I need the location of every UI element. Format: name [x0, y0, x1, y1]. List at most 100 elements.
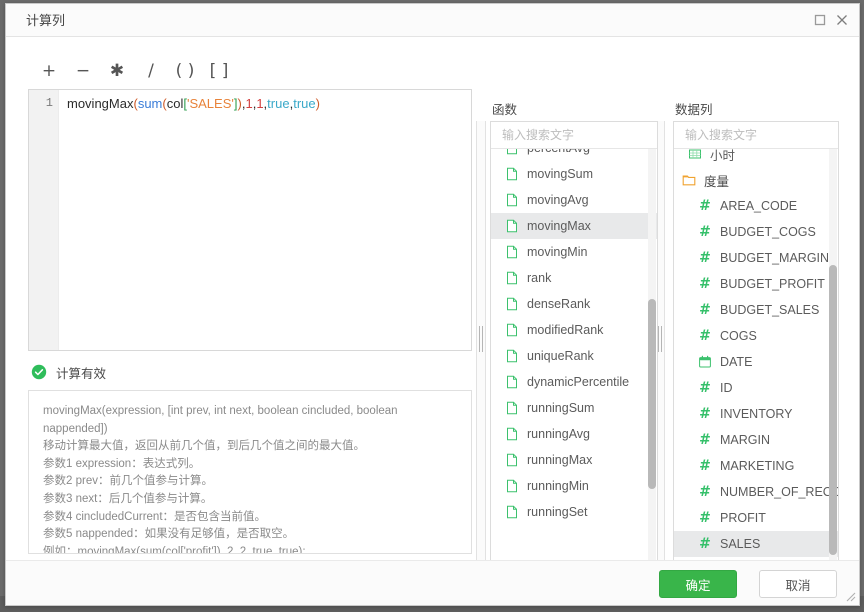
function-file-icon — [507, 505, 517, 519]
number-icon: # — [699, 250, 711, 266]
data-column-label: BUDGET_MARGIN — [720, 251, 830, 265]
formula-token: movingMax — [67, 96, 134, 111]
data-column-label: MARKETING — [720, 459, 795, 473]
number-icon: # — [699, 328, 711, 344]
resize-grip-icon[interactable] — [844, 590, 856, 602]
function-list-item[interactable]: movingAvg — [491, 187, 657, 213]
data-column-item[interactable]: 小时 — [674, 149, 838, 167]
formula-token: 1 — [256, 96, 264, 111]
data-column-label: ID — [720, 381, 733, 395]
data-column-item[interactable]: # AREA_CODE — [674, 193, 838, 219]
formula-editor[interactable]: 1 movingMax(sum(col['SALES']),1,1,true,t… — [28, 89, 472, 351]
operator-brackets[interactable]: [ ] — [202, 58, 236, 84]
data-column-label: INVENTORY — [720, 407, 793, 421]
validation-status: 计算有效 — [28, 362, 472, 382]
function-list-item[interactable]: movingSum — [491, 161, 657, 187]
data-column-label: COGS — [720, 329, 757, 343]
close-icon[interactable] — [833, 11, 851, 29]
data-columns-search-input[interactable] — [683, 127, 829, 143]
splitter-editor-functions[interactable] — [476, 121, 486, 561]
data-column-item[interactable]: # BUDGET_COGS — [674, 219, 838, 245]
function-description-text: movingMax(expression, [int prev, int nex… — [43, 405, 398, 554]
function-file-icon — [507, 219, 517, 233]
data-column-item[interactable]: # ID — [674, 375, 838, 401]
function-list-item-label: percentAvg — [527, 149, 590, 155]
operator-toolbar: + − ✱ /( )[ ] — [28, 57, 472, 85]
data-column-item[interactable]: # MARKETING — [674, 453, 838, 479]
splitter-line — [476, 121, 477, 561]
function-file-icon — [507, 453, 517, 467]
function-file-icon — [507, 427, 517, 441]
operator-divide[interactable]: / — [134, 58, 168, 84]
data-column-label: PROFIT — [720, 511, 766, 525]
operator-parentheses[interactable]: ( ) — [168, 58, 202, 84]
function-list-item[interactable]: dynamicPercentile — [491, 369, 657, 395]
function-list-item[interactable]: denseRank — [491, 291, 657, 317]
function-list-item[interactable]: runningMax — [491, 447, 657, 473]
functions-panel-label: 函数 — [492, 103, 518, 117]
data-column-label: NUMBER_OF_RECORDS — [720, 485, 838, 499]
functions-search-field[interactable] — [491, 122, 657, 149]
function-list-item[interactable]: movingMin — [491, 239, 657, 265]
data-column-item[interactable]: # MARGIN — [674, 427, 838, 453]
operator-minus[interactable]: − — [66, 58, 100, 84]
functions-list[interactable]: percentMinpercentAvgmovingSummovingAvgmo… — [491, 149, 657, 572]
number-icon: # — [699, 302, 711, 318]
formula-token: sum — [137, 96, 163, 111]
data-column-label: BUDGET_PROFIT — [720, 277, 825, 291]
functions-search-input[interactable] — [500, 127, 648, 143]
function-list-item-label: movingSum — [527, 167, 593, 181]
function-list-item-label: runningMin — [527, 479, 589, 493]
data-column-folder[interactable]: 度量 — [674, 167, 838, 193]
splitter-grip[interactable] — [658, 326, 662, 352]
data-columns-scrollbar-thumb[interactable] — [829, 265, 837, 555]
formula-text[interactable]: movingMax(sum(col['SALES']),1,1,true,tru… — [67, 95, 320, 113]
confirm-button[interactable]: 确定 — [659, 570, 737, 598]
data-column-label: 度量 — [704, 174, 730, 189]
editor-gutter: 1 — [29, 90, 59, 350]
function-list-item-label: runningSet — [527, 505, 588, 519]
function-list-item[interactable]: uniqueRank — [491, 343, 657, 369]
function-file-icon — [507, 149, 517, 155]
data-column-item[interactable]: # SALES — [674, 531, 838, 557]
function-list-item[interactable]: percentAvg — [491, 149, 657, 161]
function-file-icon — [507, 375, 517, 389]
function-list-item[interactable]: modifiedRank — [491, 317, 657, 343]
function-file-icon — [507, 479, 517, 493]
function-list-item[interactable]: runningMin — [491, 473, 657, 499]
formula-token: true — [293, 96, 316, 111]
splitter-line — [664, 121, 665, 561]
data-column-label: AREA_CODE — [720, 199, 798, 213]
data-column-item[interactable]: DATE — [674, 349, 838, 375]
function-file-icon — [507, 271, 517, 285]
data-column-item[interactable]: # NUMBER_OF_RECORDS — [674, 479, 838, 505]
data-column-item[interactable]: # BUDGET_PROFIT — [674, 271, 838, 297]
data-column-item[interactable]: # COGS — [674, 323, 838, 349]
splitter-grip[interactable] — [479, 326, 483, 352]
number-icon: # — [699, 380, 711, 396]
operator-multiply[interactable]: ✱ — [100, 58, 134, 84]
data-column-label: BUDGET_COGS — [720, 225, 816, 239]
data-column-item[interactable]: # BUDGET_SALES — [674, 297, 838, 323]
functions-panel: percentMinpercentAvgmovingSummovingAvgmo… — [490, 121, 658, 573]
function-list-item[interactable]: runningSum — [491, 395, 657, 421]
data-column-item[interactable]: # PROFIT — [674, 505, 838, 531]
cancel-button[interactable]: 取消 — [759, 570, 837, 598]
data-column-item[interactable]: # BUDGET_MARGIN — [674, 245, 838, 271]
number-icon: # — [699, 198, 711, 214]
function-list-item[interactable]: runningAvg — [491, 421, 657, 447]
dialog-body: + − ✱ /( )[ ] 1 movingMax(sum(col['SALES'])… — [6, 37, 859, 573]
data-column-label: MARGIN — [720, 433, 770, 447]
data-column-label: SALES — [720, 537, 761, 551]
function-list-item[interactable]: runningSet — [491, 499, 657, 525]
function-file-icon — [507, 401, 517, 415]
function-list-item[interactable]: rank — [491, 265, 657, 291]
maximize-icon[interactable] — [811, 11, 829, 29]
data-column-item[interactable]: # INVENTORY — [674, 401, 838, 427]
functions-scrollbar-thumb[interactable] — [648, 299, 656, 489]
data-columns-list[interactable]: 小时 度量 # AREA_CODE # BUDGET_COGS # BUDGET_MARGIN… — [674, 149, 838, 572]
data-columns-search-field[interactable] — [674, 122, 838, 149]
function-list-item[interactable]: movingMax — [491, 213, 657, 239]
operator-plus[interactable]: + — [32, 58, 66, 84]
dialog-title: 计算列 — [26, 13, 66, 28]
